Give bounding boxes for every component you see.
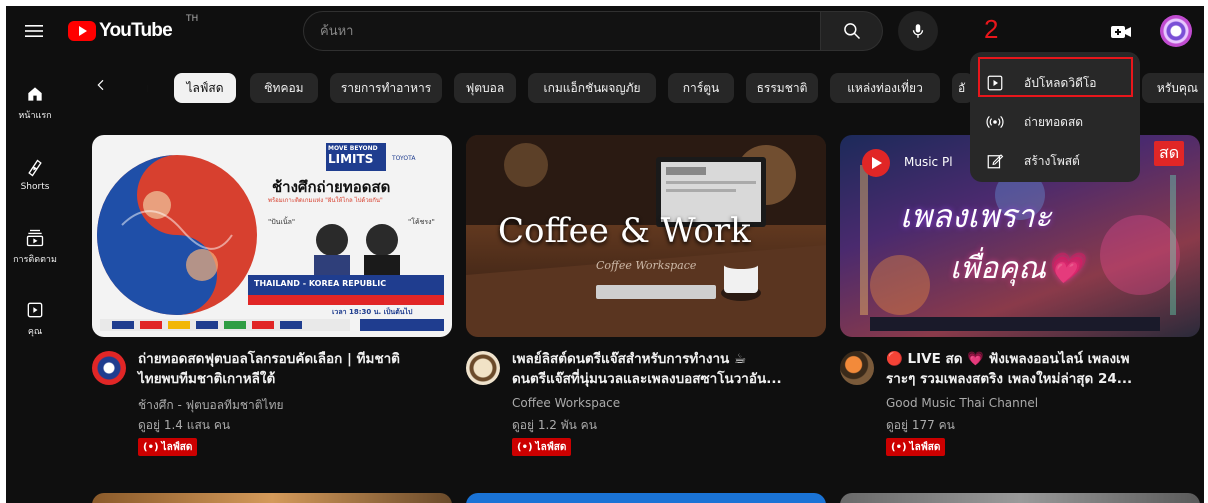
annotation-highlight-box (978, 57, 1133, 97)
chip-for-you[interactable]: หรับคุณ (1142, 73, 1204, 103)
search-icon (843, 23, 860, 40)
region-code: TH (186, 14, 199, 24)
thumb-live-label: สด (1154, 141, 1185, 166)
video-thumbnail-partial[interactable] (92, 493, 452, 503)
thumb-headline: Coffee & Work (498, 211, 751, 251)
thumb-caster-1: "ปันเนิ้ล" (268, 218, 296, 226)
video-meta: ถ่ายทอดสดฟุตบอลโลกรอบคัดเลือก | ทีมชาติ … (92, 349, 452, 469)
chip-cooking[interactable]: รายการทำอาหาร (330, 73, 442, 103)
annotation-step-number: 2 (984, 14, 999, 44)
video-thumbnail-partial[interactable] (466, 493, 826, 503)
search-button[interactable] (821, 11, 883, 51)
home-icon (28, 87, 42, 101)
video-meta: เพลย์ลิสต์ดนตรีแจ๊สสำหรับการทำงาน ☕ ดนตร… (466, 349, 826, 469)
voice-search-button[interactable] (898, 11, 938, 51)
menu-item-label: ถ่ายทอดสด (1024, 114, 1084, 129)
chips-fade (136, 69, 172, 105)
thumb-sponsor: TOYOTA (392, 155, 416, 162)
live-signal-icon: (•) (891, 441, 907, 453)
chevron-left-icon (97, 79, 104, 91)
subscriptions-icon (26, 229, 44, 247)
hamburger-menu-icon[interactable] (22, 19, 46, 43)
video-title-line-2: ราะๆ รวมเพลงสตริง เพลงใหม่ล่าสุด 24... (886, 371, 1133, 387)
nav-label: Shorts (20, 182, 50, 192)
menu-item-create-post[interactable]: สร้างโพสต์ (970, 142, 1140, 180)
channel-avatar[interactable] (92, 351, 126, 385)
video-title-line-1: เพลย์ลิสต์ดนตรีแจ๊สสำหรับการทำงาน ☕ (512, 351, 747, 367)
viewer-count: ดูอยู่ 1.2 พัน คน (512, 418, 597, 432)
video-thumbnail[interactable]: Coffee & Work Coffee Workspace (466, 135, 826, 337)
chip-travel[interactable]: แหล่งท่องเที่ยว (830, 73, 940, 103)
video-title[interactable]: ถ่ายทอดสดฟุตบอลโลกรอบคัดเลือก | ทีมชาติ … (138, 349, 450, 389)
you-icon (27, 302, 43, 318)
video-card[interactable]: Coffee & Work Coffee Workspace เพลย์ลิสต… (466, 135, 826, 469)
channel-avatar[interactable] (840, 351, 874, 385)
thumb-caster-2: "โค้ชรง" (408, 218, 435, 226)
search-input[interactable] (304, 12, 820, 50)
thumb-subtitle: พร้อมเกาะติดเกมแห่ง "ฝันให้ไกล ไปด้วยกัน… (268, 197, 383, 204)
channel-avatar[interactable] (466, 351, 500, 385)
menu-item-go-live[interactable]: ถ่ายทอดสด (970, 103, 1140, 141)
youtube-window: YouTube TH 2 หน้าแรก Shorts การติดตาม (6, 6, 1204, 503)
video-card[interactable]: Music Pl สด เพลงเพราะ เพื่อคุณ💗 🔴 LIVE ส… (840, 135, 1200, 469)
viewer-count: ดูอยู่ 177 คน (886, 418, 955, 432)
chip-nature[interactable]: ธรรมชาติ (746, 73, 818, 103)
chip-football[interactable]: ฟุตบอล (454, 73, 516, 103)
video-title-line-1: ถ่ายทอดสดฟุตบอลโลกรอบคัดเลือก | ทีมชาติ (138, 351, 400, 367)
thumb-time: เวลา 18:30 น. เป็นต้นไป (332, 308, 413, 316)
chip-cartoon[interactable]: การ์ตูน (668, 73, 734, 103)
channel-name[interactable]: Coffee Workspace (512, 396, 620, 410)
live-badge-label: ไลฟ์สด (535, 441, 567, 453)
nav-label: คุณ (27, 327, 43, 337)
nav-label: หน้าแรก (18, 111, 52, 121)
menu-item-label: สร้างโพสต์ (1024, 153, 1080, 168)
search-box (303, 11, 821, 51)
nav-home[interactable]: หน้าแรก (6, 84, 64, 122)
thumb-headline-1: เพลงเพราะ (900, 197, 1052, 235)
nav-label: การติดตาม (13, 255, 57, 265)
youtube-play-icon (68, 21, 96, 41)
live-badge: (•) ไลฟ์สด (886, 438, 946, 456)
top-bar: YouTube TH (6, 6, 1204, 56)
video-title[interactable]: 🔴 LIVE สด 💗 ฟังเพลงออนไลน์ เพลงเพ ราะๆ ร… (886, 349, 1198, 389)
channel-name[interactable]: Good Music Thai Channel (886, 396, 1038, 410)
live-badge: (•) ไลฟ์สด (512, 438, 572, 456)
video-thumbnail[interactable]: MOVE BEYOND LIMITS TOYOTA ช้างศึกถ่ายทอด… (92, 135, 452, 337)
live-broadcast-icon (984, 111, 1006, 133)
live-badge: (•) ไลฟ์สด (138, 438, 198, 456)
channel-name[interactable]: ช้างศึก - ฟุตบอลทีมชาติไทย (138, 396, 284, 415)
youtube-logo[interactable]: YouTube TH (68, 14, 198, 42)
thumb-script: Coffee Workspace (596, 259, 697, 272)
create-video-icon[interactable] (1109, 20, 1133, 44)
live-badge-label: ไลฟ์สด (161, 441, 193, 453)
live-signal-icon: (•) (517, 441, 533, 453)
account-avatar[interactable] (1160, 15, 1192, 47)
video-title-line-2: ไทยพบทีมชาติเกาหลีใต้ (138, 371, 276, 387)
thumb-headline-2: เพื่อคุณ💗 (950, 251, 1084, 286)
nav-subscriptions[interactable]: การติดตาม (6, 228, 64, 266)
live-signal-icon: (•) (143, 441, 159, 453)
video-meta: 🔴 LIVE สด 💗 ฟังเพลงออนไลน์ เพลงเพ ราะๆ ร… (840, 349, 1200, 469)
viewer-count: ดูอยู่ 1.4 แสน คน (138, 418, 231, 432)
logo-text: YouTube (99, 20, 173, 41)
thumb-headline: LIMITS (328, 152, 374, 166)
nav-shorts[interactable]: Shorts (6, 158, 64, 192)
thumb-brand: Music Pl (904, 155, 953, 169)
shorts-icon (28, 159, 42, 177)
nav-you[interactable]: คุณ (6, 300, 64, 338)
video-thumbnail-partial[interactable] (840, 493, 1200, 503)
video-title[interactable]: เพลย์ลิสต์ดนตรีแจ๊สสำหรับการทำงาน ☕ ดนตร… (512, 349, 824, 389)
video-title-line-2: ดนตรีแจ๊สที่นุ่มนวลและเพลงบอสซาโนวาอัน..… (512, 371, 782, 387)
live-badge-label: ไลฟ์สด (909, 441, 941, 453)
chip-action-adventure-games[interactable]: เกมแอ็กชันผจญภัย (528, 73, 656, 103)
thumb-match: THAILAND - KOREA REPUBLIC (254, 279, 387, 288)
video-title-line-1: 🔴 LIVE สด 💗 ฟังเพลงออนไลน์ เพลงเพ (886, 351, 1130, 367)
create-post-icon (984, 150, 1006, 172)
chip-sitcom[interactable]: ซิทคอม (250, 73, 318, 103)
thumb-brand: MOVE BEYOND (328, 145, 378, 152)
video-card[interactable]: MOVE BEYOND LIMITS TOYOTA ช้างศึกถ่ายทอด… (92, 135, 452, 469)
chips-scroll-left-button[interactable] (86, 69, 116, 101)
chip-live[interactable]: ไลฟ์สด (174, 73, 236, 103)
microphone-icon (912, 24, 924, 38)
